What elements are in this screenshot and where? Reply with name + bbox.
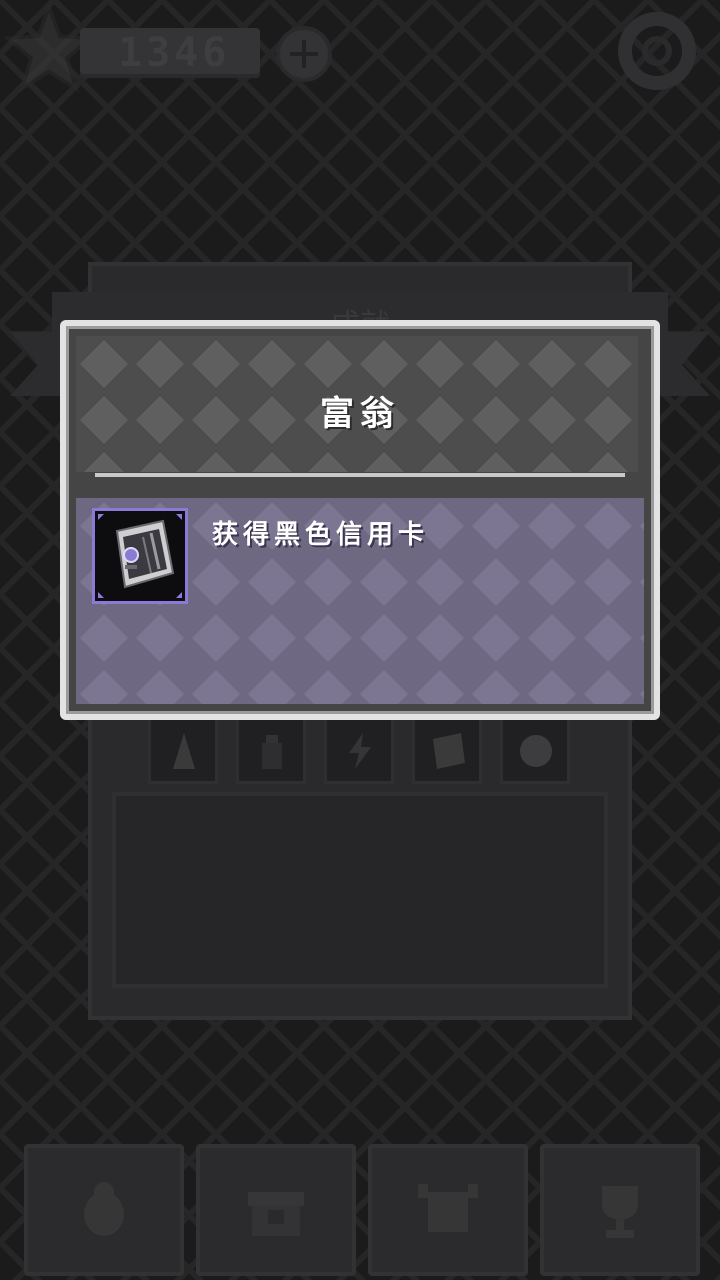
ball-icon (520, 735, 552, 767)
nav-button-trophy[interactable] (540, 1144, 700, 1276)
nav-button-bugs[interactable] (24, 1144, 184, 1276)
achievement-slot[interactable] (500, 716, 570, 784)
nav-button-monster[interactable] (368, 1144, 528, 1276)
achievement-slot-row (0, 716, 720, 784)
lightning-icon (349, 733, 371, 769)
achievement-slot[interactable] (412, 716, 482, 784)
bottle-icon (262, 735, 282, 769)
modal-title: 富翁 (320, 394, 400, 434)
achievement-description: 获得黑色信用卡 (212, 520, 430, 550)
top-bar: 1346 (0, 0, 720, 110)
monster-icon (418, 1184, 478, 1232)
achievement-slot[interactable] (236, 716, 306, 784)
achievement-modal: 富翁 获得黑色信用卡 (60, 320, 660, 720)
nav-button-chest[interactable] (196, 1144, 356, 1276)
currency-value: 1346 (118, 30, 231, 76)
wizard-hat-icon (173, 733, 195, 769)
achievement-slot[interactable] (148, 716, 218, 784)
achievement-item-frame (92, 508, 188, 604)
achievements-list-area (112, 792, 608, 988)
settings-icon[interactable] (618, 12, 696, 90)
bug-icon (84, 1182, 124, 1236)
modal-divider (95, 473, 625, 477)
plus-icon[interactable] (276, 26, 332, 82)
bottom-nav (0, 1144, 720, 1280)
trophy-icon (602, 1186, 638, 1238)
credit-card-icon (433, 733, 465, 769)
chest-icon (248, 1192, 304, 1236)
achievement-slot[interactable] (324, 716, 394, 784)
black-credit-card-icon (95, 511, 185, 601)
